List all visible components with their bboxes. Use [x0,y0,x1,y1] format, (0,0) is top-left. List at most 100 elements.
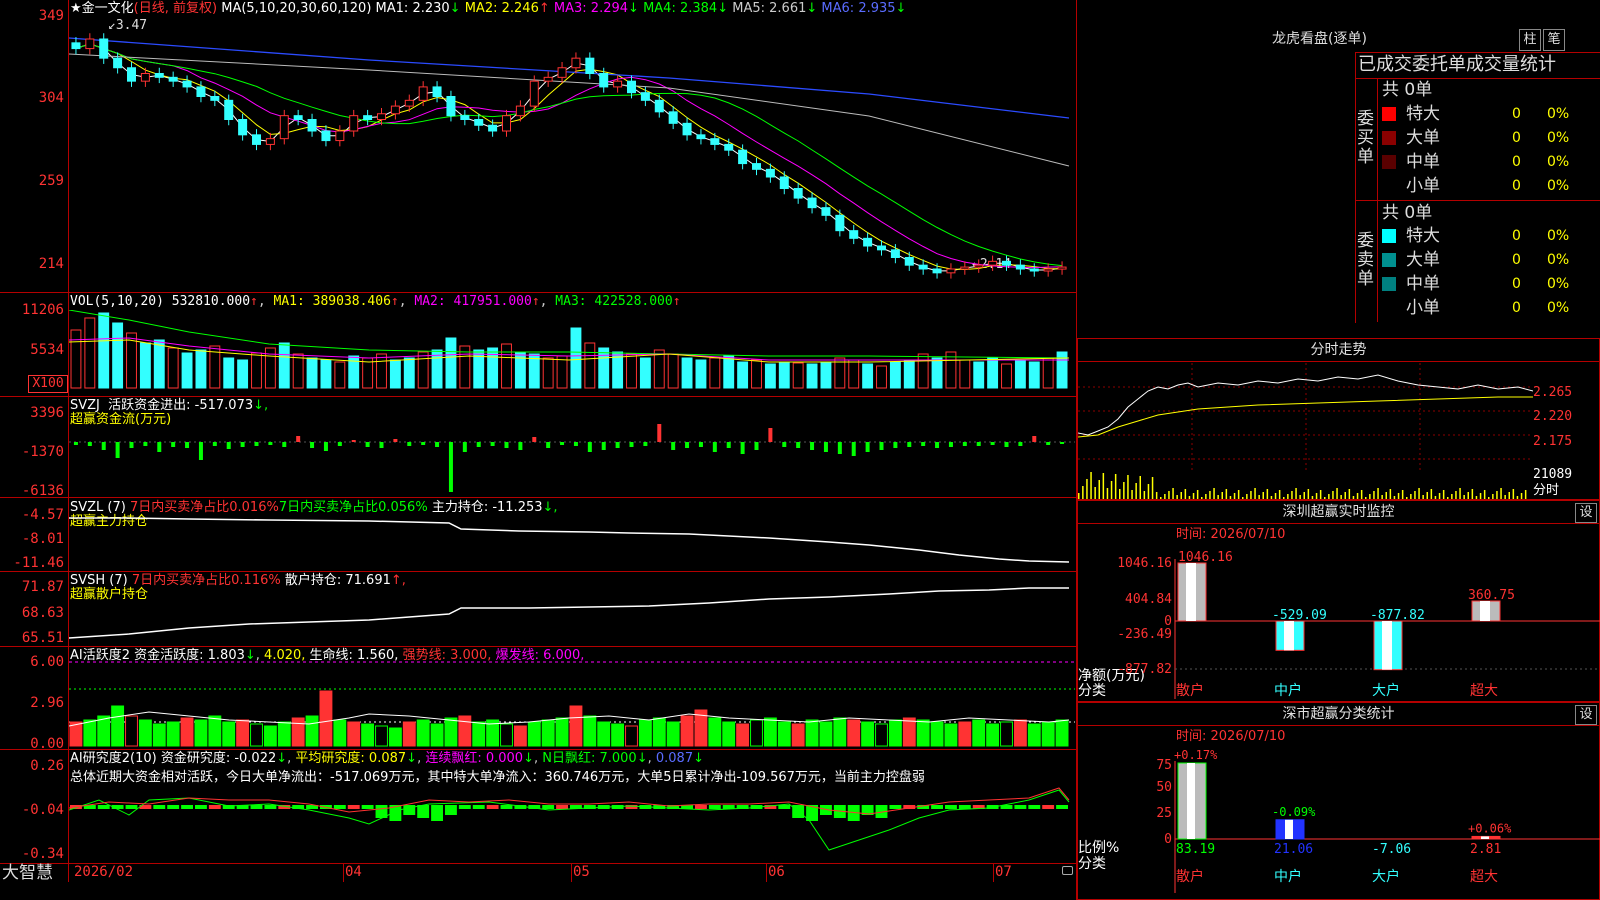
ai-bar [208,715,222,747]
sell-row: 大单 0 0% [1382,248,1600,272]
svzj-bar [157,442,162,452]
ma6-text: MA6: 2.935↓ [821,1,907,16]
main-chart-area[interactable]: ★金一文化(日线, 前复权) MA(5,10,20,30,60,120) MA1… [0,0,1077,900]
sz-category-label: 中户 [1274,682,1302,699]
intraday-vol-bar [1266,489,1269,499]
svzj-bar [310,442,315,448]
air-bar [708,805,721,809]
ai-bar [138,719,152,747]
svzj-bar [948,442,953,447]
intraday-vol-bar [1119,489,1121,499]
star-icon[interactable]: ★ [70,1,82,16]
intraday-vol-bar [1520,493,1523,499]
ai-bar [569,705,583,747]
ai-bar [1000,721,1013,747]
row-pct: 0% [1547,300,1570,316]
pen-mode-button[interactable]: 笔 [1543,29,1565,51]
vol-bar [848,359,860,389]
period-label[interactable]: (日线, 前复权) [134,1,217,16]
svzj-bar [532,437,537,442]
sz-bar [1177,562,1207,622]
candle [849,224,859,245]
intraday-vol-bar [1426,492,1428,499]
svzj-tick-3: -6136 [21,483,64,499]
svsh-line-svg[interactable] [69,580,1075,644]
sz-bars-svg[interactable]: 1046.16404.840-236.49-877.821046.16散户-52… [1078,541,1600,701]
intraday-vol-bar [1196,490,1199,499]
candle [404,94,414,112]
ai-bar [625,725,638,747]
ss-settings-button[interactable]: 设 [1575,705,1597,725]
air-bar [778,805,791,809]
ss-axis-tick: 25 [1156,806,1172,821]
intraday-vol-bar [1430,489,1433,499]
ai-bar [291,717,305,747]
intraday-vol-bar [1393,496,1396,499]
vol-bar [806,363,818,389]
intraday-vol-bar [1356,493,1359,499]
svzj-bar [837,442,842,454]
intraday-vol-bar [1082,486,1084,499]
intraday-vol-bar [1274,493,1277,499]
ss-top-label: +0.17% [1174,748,1218,762]
intraday-svg[interactable] [1078,363,1533,499]
svzj-bars-svg[interactable] [69,420,1075,496]
intraday-vol-bar [1442,490,1445,499]
vol-bar [792,362,804,389]
vol-bar [153,339,165,389]
ai-bar [83,719,97,747]
price-chart-svg[interactable] [69,16,1075,292]
intraday-panel[interactable]: 分时走势 2.265 2.220 2.175 21089 分时 [1077,338,1600,500]
stock-name[interactable]: 金一文化 [82,1,134,16]
intraday-vol-bar [1483,490,1486,499]
ai-bar [388,727,402,747]
candle [168,71,178,87]
vol-bar [570,327,582,389]
vol-bar [820,361,832,389]
intraday-vol-bar [1319,490,1322,499]
svzj-bar [1018,442,1023,446]
ai-bar [652,717,666,747]
intraday-vol-bar [1434,496,1437,499]
candle [99,33,109,64]
ai-bar [680,715,694,747]
svzj-bar [546,442,551,448]
vol-bar [876,365,887,389]
candle [682,117,692,141]
bar-mode-button[interactable]: 柱 [1519,29,1541,51]
vol-bar [292,353,304,389]
volume-bars-svg[interactable] [69,310,1075,390]
ai-bar [500,723,513,747]
air-tick-2: -0.04 [21,802,64,818]
vol-bar [445,337,457,389]
candle [779,171,789,195]
svzl-line-svg[interactable] [69,510,1075,570]
svzj-bar [268,442,273,445]
svzj-bar [601,442,606,450]
lock-icon[interactable] [1062,866,1073,875]
air-bar [125,805,138,809]
ai-bar [638,719,652,747]
intraday-vol-bar [1192,493,1195,499]
vol-bar [945,351,957,389]
vol-bar [376,353,387,389]
ss-bar [1471,835,1501,840]
intraday-vol-bar [1315,493,1318,499]
svsh-tick-3: 65.51 [21,630,64,646]
ai-bar [166,721,180,747]
ss-bars-svg[interactable]: 75 50 25 0 +0.17% 83.19 散户 -0.09% 21.06 中户 -7.06 大户… [1078,743,1600,899]
ai-active-svg[interactable] [69,656,1075,748]
ai-research-svg[interactable] [69,780,1075,862]
ss-stats-panel[interactable]: 深市超赢分类统计 设 时间: 2026/07/10 比例% 分类 75 50 25 0… [1077,702,1600,900]
sz-settings-button[interactable]: 设 [1575,503,1597,523]
candle [932,263,942,279]
intraday-vol-bar [1078,493,1080,499]
sep-svsh [0,646,1076,647]
color-swatch [1382,229,1396,243]
svzj-bar [823,442,828,452]
sell-side-label: 委卖单 [1357,231,1374,289]
sz-monitor-panel[interactable]: 深圳超赢实时监控 设 时间: 2026/07/10 净额(万元) 分类 1046… [1077,500,1600,702]
svzj-bar [462,442,467,452]
sep-vol [0,396,1076,397]
ai-tick-1: 6.00 [30,654,64,670]
